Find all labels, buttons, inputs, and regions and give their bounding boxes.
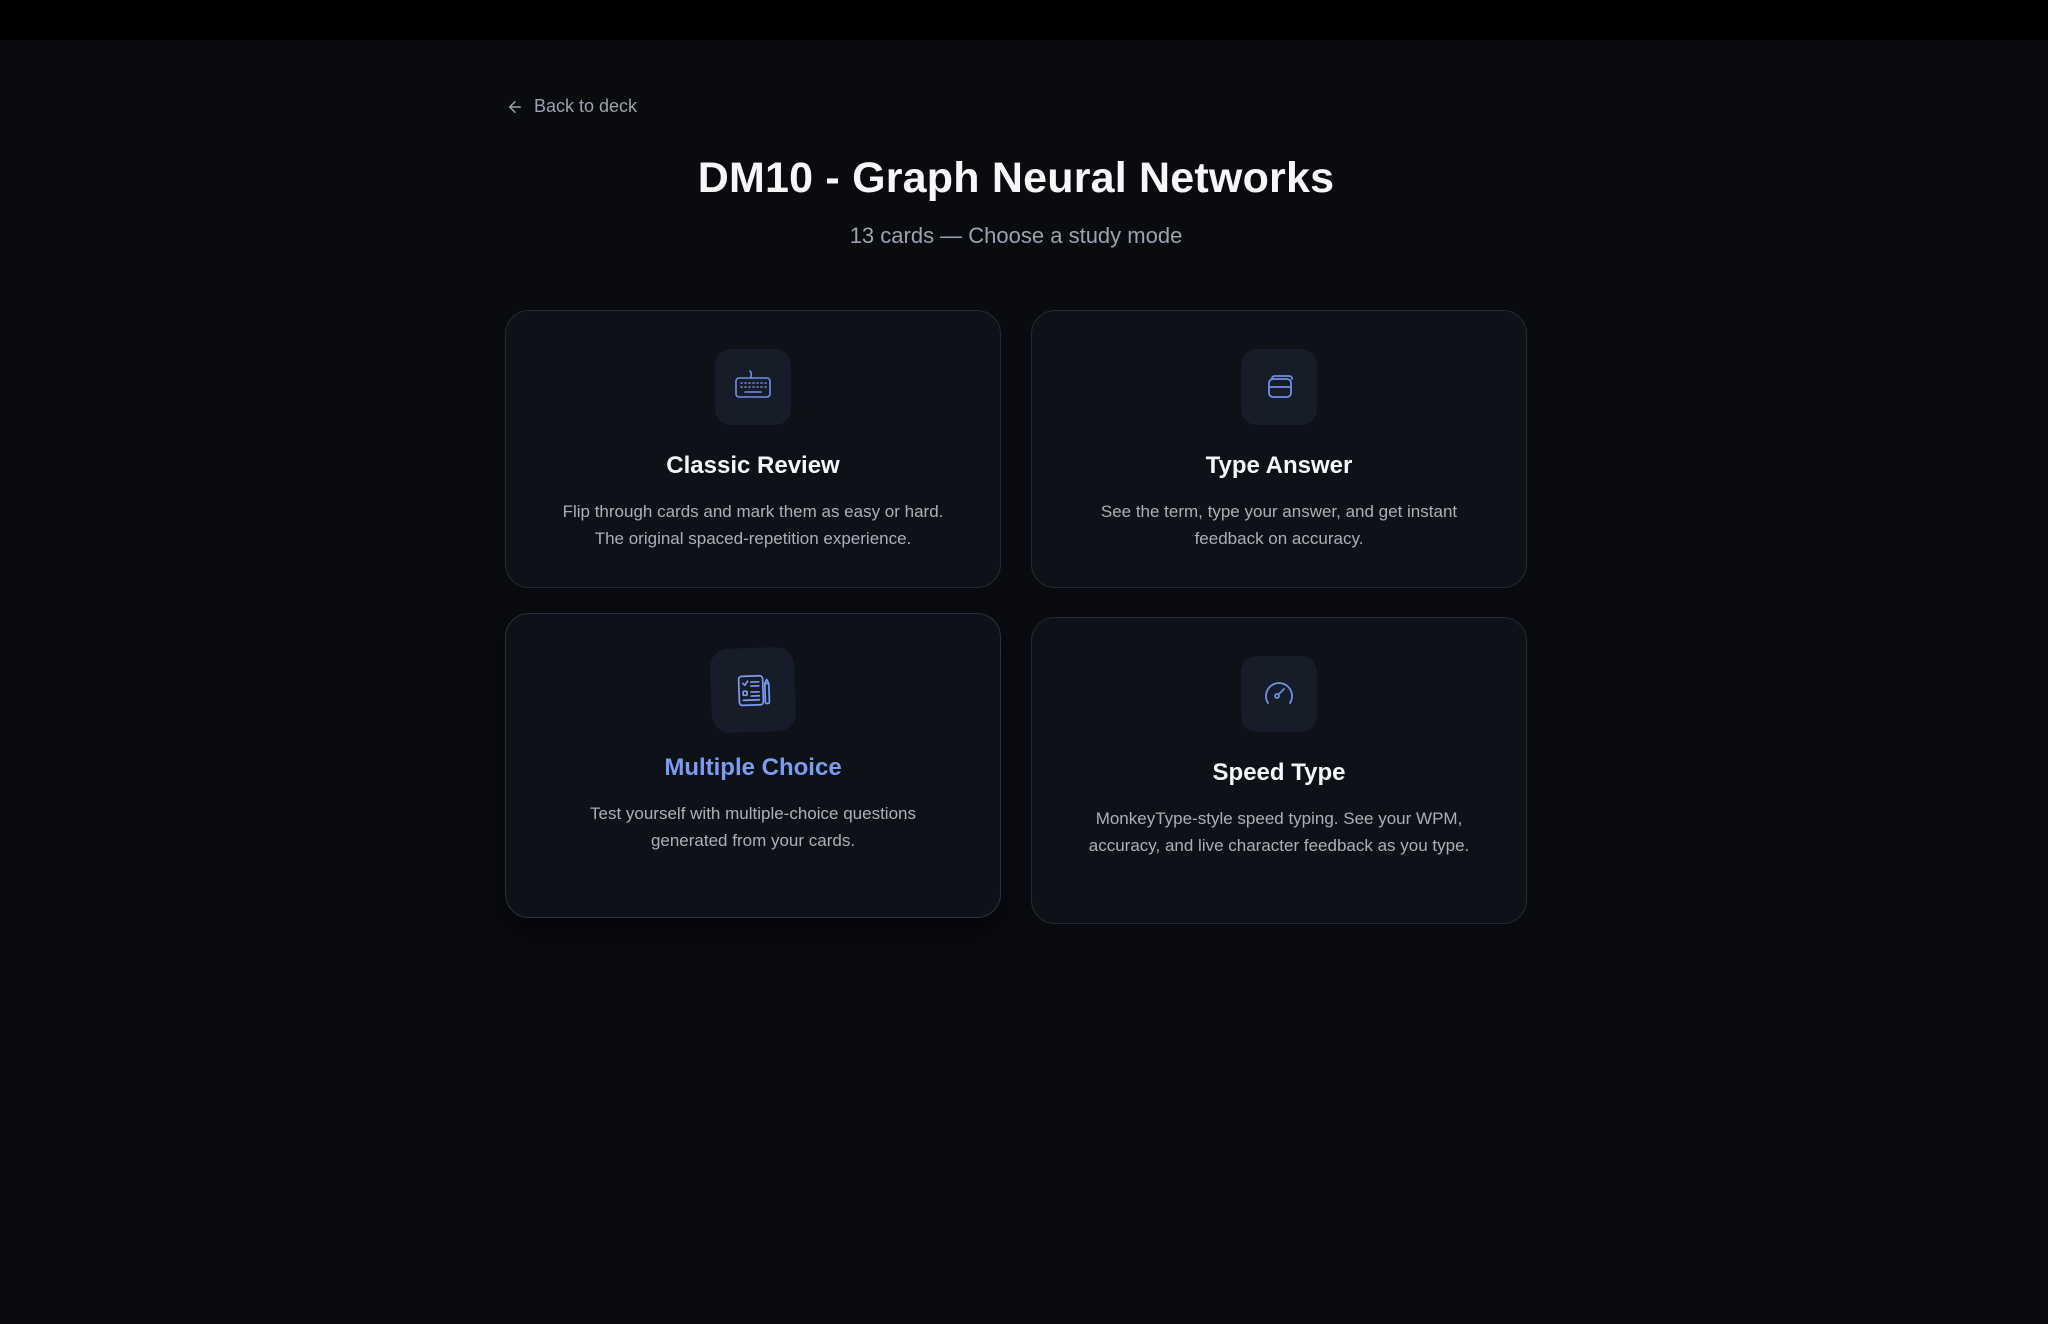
mode-description: Test yourself with multiple-choice quest…	[590, 804, 916, 850]
speedometer-icon	[1265, 682, 1293, 704]
mode-icon-box	[1241, 656, 1317, 732]
mode-icon-box	[1241, 349, 1317, 425]
mode-card-multiple-choice[interactable]: Multiple Choice Test yourself with multi…	[505, 613, 1001, 918]
mode-title: Classic Review	[666, 452, 840, 479]
mode-card-type-answer[interactable]: Type Answer See the term, type your answ…	[1031, 310, 1527, 588]
mode-description: MonkeyType-style speed typing. See your …	[1088, 809, 1470, 855]
mode-description: See the term, type your answer, and get …	[1100, 502, 1458, 548]
top-bar	[0, 0, 2048, 40]
page-title: DM10 - Graph Neural Networks	[697, 154, 1335, 202]
mode-title: Multiple Choice	[664, 754, 842, 781]
card-icon	[1268, 375, 1293, 398]
mode-title: Type Answer	[1205, 452, 1353, 479]
back-link-label: Back to deck	[534, 96, 638, 116]
mode-card-speed-type[interactable]: Speed Type MonkeyType-style speed typing…	[1031, 617, 1527, 924]
mode-icon-box	[715, 349, 791, 425]
arrow-left-icon	[509, 100, 521, 113]
mode-title: Speed Type	[1212, 759, 1346, 786]
mode-card-classic-review[interactable]: Classic Review Flip through cards and ma…	[505, 310, 1001, 588]
mode-description: Flip through cards and mark them as easy…	[562, 502, 944, 548]
page-subtitle: 13 cards — Choose a study mode	[849, 223, 1183, 248]
mode-icon-box	[709, 646, 797, 734]
back-to-deck-link[interactable]: Back to deck	[506, 96, 637, 117]
study-mode-page: Back to deck DM10 - Graph Neural Network…	[0, 40, 2048, 1324]
checklist-icon	[737, 674, 771, 707]
keyboard-icon	[735, 370, 771, 398]
